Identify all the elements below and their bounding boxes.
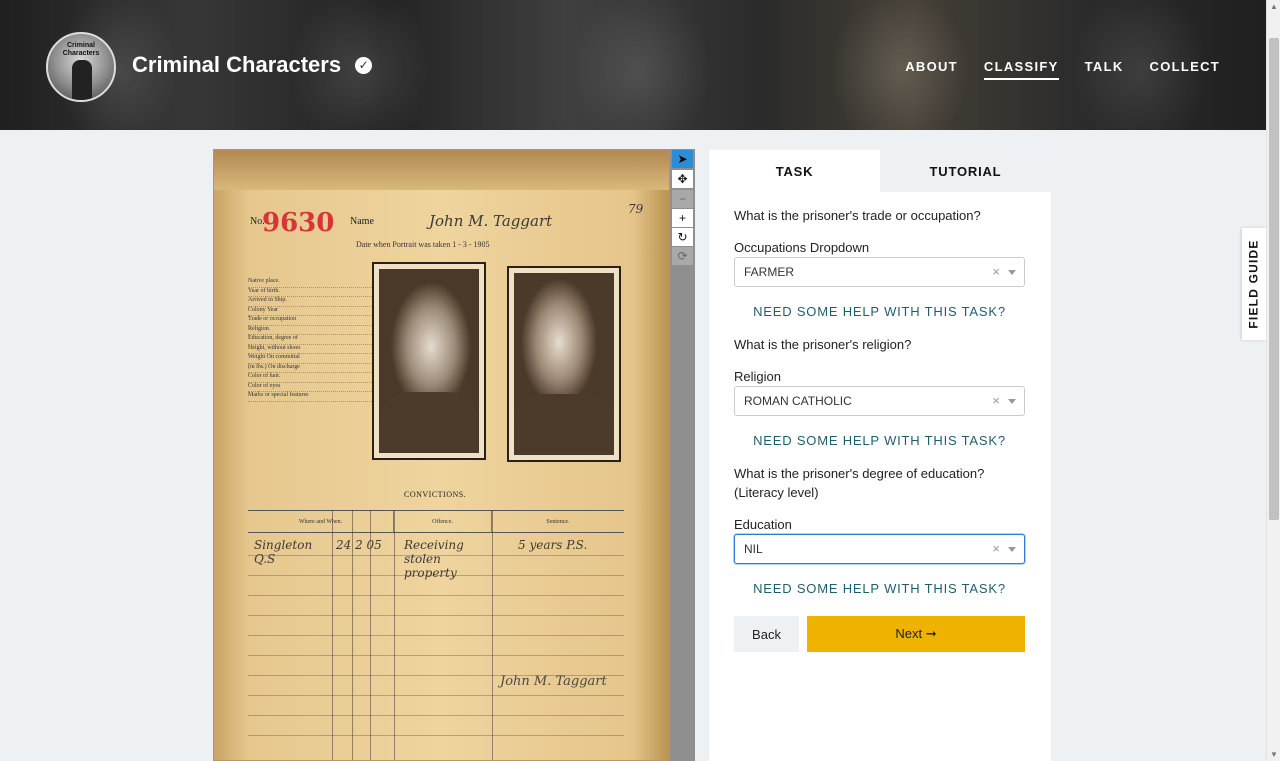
table-header-row: Where and When. Offence. Sentence.	[248, 511, 624, 533]
avatar-figure	[72, 60, 92, 100]
table-rule	[248, 635, 624, 636]
conviction-date: 24 2 05	[336, 538, 382, 552]
form-field: (in lbs.) On discharge	[248, 364, 372, 373]
religion-value: ROMAN CATHOLIC	[744, 394, 852, 408]
table-rule	[248, 655, 624, 656]
portrait-date-line: Date when Portrait was taken 1 - 3 - 190…	[356, 240, 490, 249]
education-dropdown[interactable]: NIL ×	[734, 534, 1025, 564]
task-tabs: TASK TUTORIAL	[709, 150, 1051, 192]
form-field: Color of hair.	[248, 373, 372, 383]
scrollbar-thumb[interactable]	[1269, 38, 1279, 520]
front-portrait-photo	[372, 262, 486, 460]
table-rule	[248, 615, 624, 616]
occupation-value: FARMER	[744, 265, 795, 279]
help-link-occupation[interactable]: NEED SOME HELP WITH THIS TASK?	[734, 304, 1025, 319]
tab-tutorial[interactable]: TUTORIAL	[880, 150, 1051, 192]
conviction-sentence: 5 years P.S.	[518, 538, 588, 552]
page-scrollbar[interactable]: ▲ ▼	[1266, 0, 1280, 761]
religion-dropdown[interactable]: ROMAN CATHOLIC ×	[734, 386, 1025, 416]
form-field: Weight On committal	[248, 354, 372, 364]
nav-classify[interactable]: CLASSIFY	[983, 59, 1059, 80]
clear-icon[interactable]: ×	[992, 393, 1000, 408]
education-dropdown-label: Education	[734, 517, 792, 532]
chevron-down-icon[interactable]	[1008, 399, 1016, 404]
verified-badge-icon: ✓	[355, 56, 373, 74]
education-value[interactable]: NIL	[744, 542, 763, 556]
project-avatar[interactable]: Criminal Characters	[46, 32, 116, 102]
pointer-icon[interactable]: ➤	[672, 150, 693, 168]
form-field: Native place.	[248, 278, 372, 288]
form-field: Arrived in Ship.	[248, 297, 372, 307]
conviction-place: Singleton Q.S	[254, 538, 313, 566]
project-header: Criminal Characters Criminal Characters …	[0, 0, 1266, 130]
page-top-edge	[214, 150, 669, 190]
nav-talk[interactable]: TALK	[1085, 59, 1124, 80]
image-toolbar: ➤ ✥ − + ↻ ⟳	[670, 149, 695, 761]
religion-dropdown-label: Religion	[734, 369, 781, 384]
help-link-education[interactable]: NEED SOME HELP WITH THIS TASK?	[734, 581, 1025, 596]
clear-icon[interactable]: ×	[992, 264, 1000, 279]
convictions-heading: CONVICTIONS.	[404, 490, 467, 499]
question-education: What is the prisoner's degree of educati…	[734, 466, 985, 500]
form-field: Education, degree of	[248, 335, 372, 345]
name-label: Name	[350, 216, 374, 227]
register-number: 9630	[262, 208, 335, 238]
question-occupation: What is the prisoner's trade or occupati…	[734, 208, 981, 223]
side-portrait-coat	[515, 394, 613, 454]
form-field: Trade or occupation	[248, 316, 372, 326]
zoom-out-icon[interactable]: −	[672, 190, 693, 208]
nav-about[interactable]: ABOUT	[905, 59, 958, 80]
chevron-down-icon[interactable]	[1008, 547, 1016, 552]
prisoner-signature: John M. Taggart	[500, 674, 607, 689]
conviction-offence: Receiving stolen property	[404, 538, 464, 580]
table-rule	[248, 595, 624, 596]
help-link-religion[interactable]: NEED SOME HELP WITH THIS TASK?	[734, 433, 1025, 448]
tab-task[interactable]: TASK	[709, 150, 880, 192]
back-button[interactable]: Back	[734, 616, 799, 652]
form-field: Height, without shoes	[248, 345, 372, 354]
form-field: Colony Year	[248, 307, 372, 316]
prisoner-form-fields: Native place. Year of birth. Arrived in …	[248, 278, 372, 402]
subject-viewer[interactable]: No. 9630 Name John M. Taggart 79 Date wh…	[213, 149, 670, 761]
page-number: 79	[628, 202, 644, 216]
form-field: Color of eyes	[248, 383, 372, 392]
project-title-text: Criminal Characters	[132, 52, 342, 77]
scroll-down-arrow-icon[interactable]: ▼	[1270, 750, 1278, 759]
occupation-dropdown-label: Occupations Dropdown	[734, 240, 870, 255]
task-panel: TASK TUTORIAL What is the prisoner's tra…	[709, 150, 1051, 761]
form-field: Marks or special features	[248, 392, 372, 402]
scroll-up-arrow-icon[interactable]: ▲	[1270, 2, 1278, 11]
avatar-logo-text: Criminal Characters	[62, 42, 100, 57]
question-religion: What is the prisoner's religion?	[734, 337, 912, 352]
move-icon[interactable]: ✥	[672, 170, 693, 188]
nav-collect[interactable]: COLLECT	[1150, 59, 1220, 80]
table-rule	[248, 695, 624, 696]
reset-icon[interactable]: ⟳	[672, 247, 693, 265]
front-portrait-coat	[380, 392, 478, 452]
field-guide-tab[interactable]: FIELD GUIDE	[1242, 228, 1266, 340]
project-title[interactable]: Criminal Characters ✓	[132, 52, 373, 78]
chevron-down-icon[interactable]	[1008, 270, 1016, 275]
table-rule	[248, 735, 624, 736]
occupation-dropdown[interactable]: FARMER ×	[734, 257, 1025, 287]
table-header-where: Where and When.	[248, 511, 394, 532]
form-field: Year of birth.	[248, 288, 372, 297]
clear-icon[interactable]: ×	[992, 541, 1000, 556]
side-portrait-photo	[507, 266, 621, 462]
zoom-in-icon[interactable]: +	[672, 209, 693, 227]
project-nav: ABOUT CLASSIFY TALK COLLECT	[879, 59, 1220, 80]
handwritten-name: John M. Taggart	[429, 212, 553, 230]
form-field: Religion.	[248, 326, 372, 335]
field-guide-label: FIELD GUIDE	[1247, 239, 1262, 329]
next-button[interactable]: Next ➞	[807, 616, 1025, 652]
table-header-sentence: Sentence.	[546, 518, 570, 525]
table-rule	[248, 715, 624, 716]
rotate-icon[interactable]: ↻	[672, 228, 693, 246]
table-header-offence: Offence.	[394, 511, 492, 532]
